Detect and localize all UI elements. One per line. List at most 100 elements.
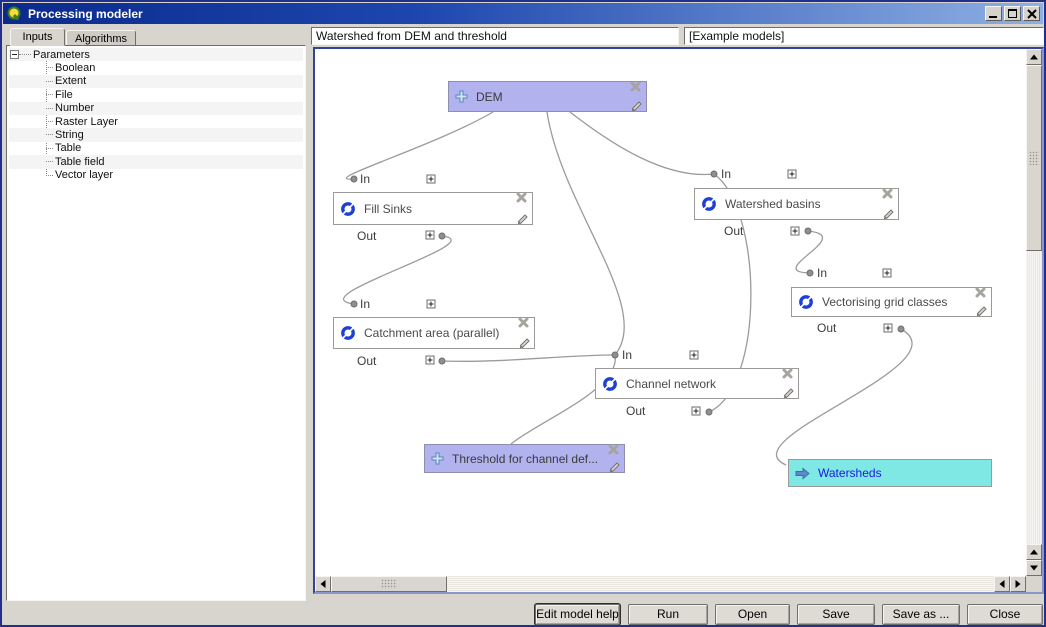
model-group-input[interactable] [684, 27, 1044, 45]
node-watershed-basins[interactable]: Watershed basins [694, 188, 899, 220]
saga-algorithm-icon [340, 325, 356, 341]
node-catchment-area[interactable]: Catchment area (parallel) [333, 317, 535, 349]
tree-item-file[interactable]: File [9, 88, 303, 101]
scroll-up-button[interactable] [1026, 49, 1042, 65]
maximize-button[interactable] [1004, 6, 1021, 21]
thumb-grip [1029, 151, 1039, 165]
inputs-tree-panel: Parameters Boolean Extent File Number Ra… [6, 45, 306, 601]
edit-icon[interactable] [974, 304, 988, 318]
right-arrow-icon [1016, 580, 1021, 588]
tree-item-table-field[interactable]: Table field [9, 155, 303, 168]
connection-dem-watershed-basins [570, 112, 714, 175]
close-button[interactable] [1023, 6, 1040, 21]
scroll-up-button-2[interactable] [1026, 544, 1042, 560]
tree-item-table[interactable]: Table [9, 142, 303, 155]
tree-collapse-icon[interactable] [10, 50, 19, 59]
save-button[interactable]: Save [797, 604, 875, 625]
tree-stub [46, 108, 53, 109]
expand-icon[interactable] [692, 407, 701, 416]
edit-icon[interactable] [515, 212, 529, 226]
edit-icon[interactable] [517, 336, 531, 350]
port-out-label: Out [626, 404, 645, 418]
horizontal-scroll-thumb[interactable] [331, 576, 447, 592]
remove-icon[interactable] [629, 80, 643, 94]
remove-icon[interactable] [515, 191, 529, 205]
port-in-label: In [817, 266, 827, 280]
tab-algorithms[interactable]: Algorithms [66, 30, 136, 46]
run-button[interactable]: Run [628, 604, 708, 625]
saga-algorithm-icon [340, 201, 356, 217]
tree-item-boolean[interactable]: Boolean [9, 61, 303, 74]
node-title: DEM [476, 90, 503, 104]
canvas-horizontal-scrollbar[interactable] [315, 576, 1026, 592]
node-title: Watershed basins [725, 197, 821, 211]
node-vectorising-grid-classes[interactable]: Vectorising grid classes [791, 287, 992, 317]
tree-item-vector-layer[interactable]: Vector layer [9, 169, 303, 182]
scroll-left-button[interactable] [315, 576, 331, 592]
remove-icon[interactable] [881, 187, 895, 201]
tree-item-parameters[interactable]: Parameters [9, 48, 303, 61]
expand-icon[interactable] [884, 324, 893, 333]
connector-dot [612, 352, 619, 359]
edit-icon[interactable] [629, 99, 643, 113]
tree-item-extent[interactable]: Extent [9, 75, 303, 88]
model-canvas[interactable]: DEM In Fill Sinks [315, 49, 1026, 576]
node-dem[interactable]: DEM [448, 81, 647, 112]
close-dialog-button[interactable]: Close [967, 604, 1043, 625]
expand-icon[interactable] [791, 227, 800, 236]
edit-icon[interactable] [781, 386, 795, 400]
tree-item-label: Raster Layer [55, 116, 118, 128]
scroll-left-button-2[interactable] [994, 576, 1010, 592]
scroll-right-button[interactable] [1010, 576, 1026, 592]
left-arrow-icon [1000, 580, 1005, 588]
node-threshold[interactable]: Threshold for channel def... [424, 444, 625, 473]
edit-model-help-button[interactable]: Edit model help [535, 604, 620, 625]
port-in-label: In [622, 348, 632, 362]
node-channel-network[interactable]: Channel network [595, 368, 799, 399]
tree-item-raster-layer[interactable]: Raster Layer [9, 115, 303, 128]
port-out-label: Out [817, 321, 836, 335]
remove-icon[interactable] [517, 316, 531, 330]
tree-item-label: Parameters [33, 49, 90, 61]
scroll-down-button[interactable] [1026, 560, 1042, 576]
canvas-frame: DEM In Fill Sinks [313, 47, 1044, 594]
qgis-app-icon [7, 6, 22, 21]
save-as-button[interactable]: Save as ... [882, 604, 960, 625]
tree-stub [46, 148, 53, 149]
tab-inputs[interactable]: Inputs [10, 28, 65, 46]
tree-stub [46, 161, 53, 162]
expand-icon[interactable] [427, 175, 436, 184]
node-title: Watersheds [818, 466, 882, 480]
remove-icon[interactable] [607, 443, 621, 457]
edit-icon[interactable] [607, 460, 621, 474]
canvas-vertical-scrollbar[interactable] [1026, 49, 1042, 576]
model-name-input[interactable] [311, 27, 679, 45]
tree-item-number[interactable]: Number [9, 102, 303, 115]
titlebar[interactable]: Processing modeler [3, 3, 1043, 24]
node-watersheds[interactable]: Watersheds [788, 459, 992, 487]
connector-dot [711, 171, 718, 178]
expand-icon[interactable] [426, 356, 435, 365]
close-icon [1026, 8, 1038, 20]
expand-icon[interactable] [426, 231, 435, 240]
tree-item-label: String [55, 129, 84, 141]
expand-icon[interactable] [690, 351, 699, 360]
node-title: Channel network [626, 377, 716, 391]
expand-icon[interactable] [788, 170, 797, 179]
port-in-label: In [360, 297, 370, 311]
expand-icon[interactable] [427, 300, 436, 309]
node-fill-sinks[interactable]: Fill Sinks [333, 192, 533, 225]
remove-icon[interactable] [781, 367, 795, 381]
connection-catchment-channel [442, 355, 615, 361]
port-in-label: In [360, 172, 370, 186]
window-title: Processing modeler [28, 7, 143, 21]
tree-item-string[interactable]: String [9, 128, 303, 141]
expand-icon[interactable] [883, 269, 892, 278]
open-button[interactable]: Open [715, 604, 790, 625]
edit-icon[interactable] [881, 207, 895, 221]
thumb-grip [381, 579, 397, 589]
remove-icon[interactable] [974, 286, 988, 300]
connector-dot [439, 358, 446, 365]
minimize-button[interactable] [985, 6, 1002, 21]
vertical-scroll-thumb[interactable] [1026, 65, 1042, 251]
